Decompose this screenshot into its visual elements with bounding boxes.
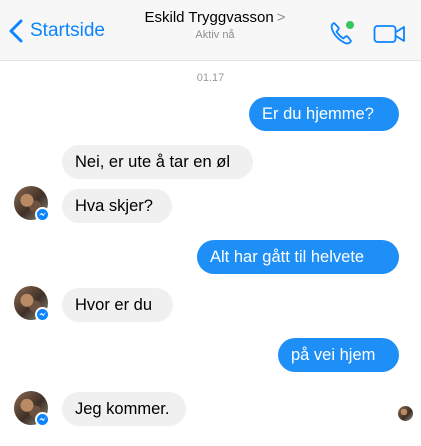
contact-info[interactable]: Eskild Tryggvasson > Aktiv nå — [130, 9, 300, 41]
chevron-right-icon: > — [276, 9, 286, 26]
message-bubble-sent[interactable]: Alt har gått til helvete — [197, 240, 399, 274]
contact-avatar[interactable] — [14, 286, 50, 322]
phone-icon — [330, 21, 354, 45]
message-bubble-received[interactable]: Hva skjer? — [62, 189, 172, 223]
message-timestamp: 01.17 — [196, 72, 225, 84]
contact-avatar[interactable] — [14, 391, 50, 427]
contact-name: Eskild Tryggvasson — [144, 9, 274, 26]
chevron-left-icon — [9, 19, 23, 43]
conversation-header: Startside Eskild Tryggvasson > Aktiv nå — [0, 0, 421, 61]
online-dot — [346, 21, 354, 29]
message-bubble-received[interactable]: Jeg kommer. — [62, 392, 186, 426]
back-button[interactable]: Startside — [8, 18, 105, 44]
contact-status: Aktiv nå — [195, 29, 235, 41]
call-button[interactable] — [329, 20, 357, 46]
contact-avatar[interactable] — [14, 186, 50, 222]
read-receipt-avatar — [398, 406, 413, 421]
video-call-button[interactable] — [373, 24, 407, 44]
messenger-badge-icon — [35, 307, 50, 322]
back-label: Startside — [30, 20, 105, 41]
messenger-badge-icon — [35, 412, 50, 427]
messenger-badge-icon — [35, 207, 50, 222]
message-bubble-sent[interactable]: Er du hjemme? — [249, 97, 399, 131]
video-camera-icon — [373, 25, 405, 43]
message-bubble-sent[interactable]: på vei hjem — [278, 338, 399, 372]
message-bubble-received[interactable]: Hvor er du — [62, 288, 173, 322]
message-bubble-received[interactable]: Nei, er ute å tar en øl — [62, 145, 253, 179]
